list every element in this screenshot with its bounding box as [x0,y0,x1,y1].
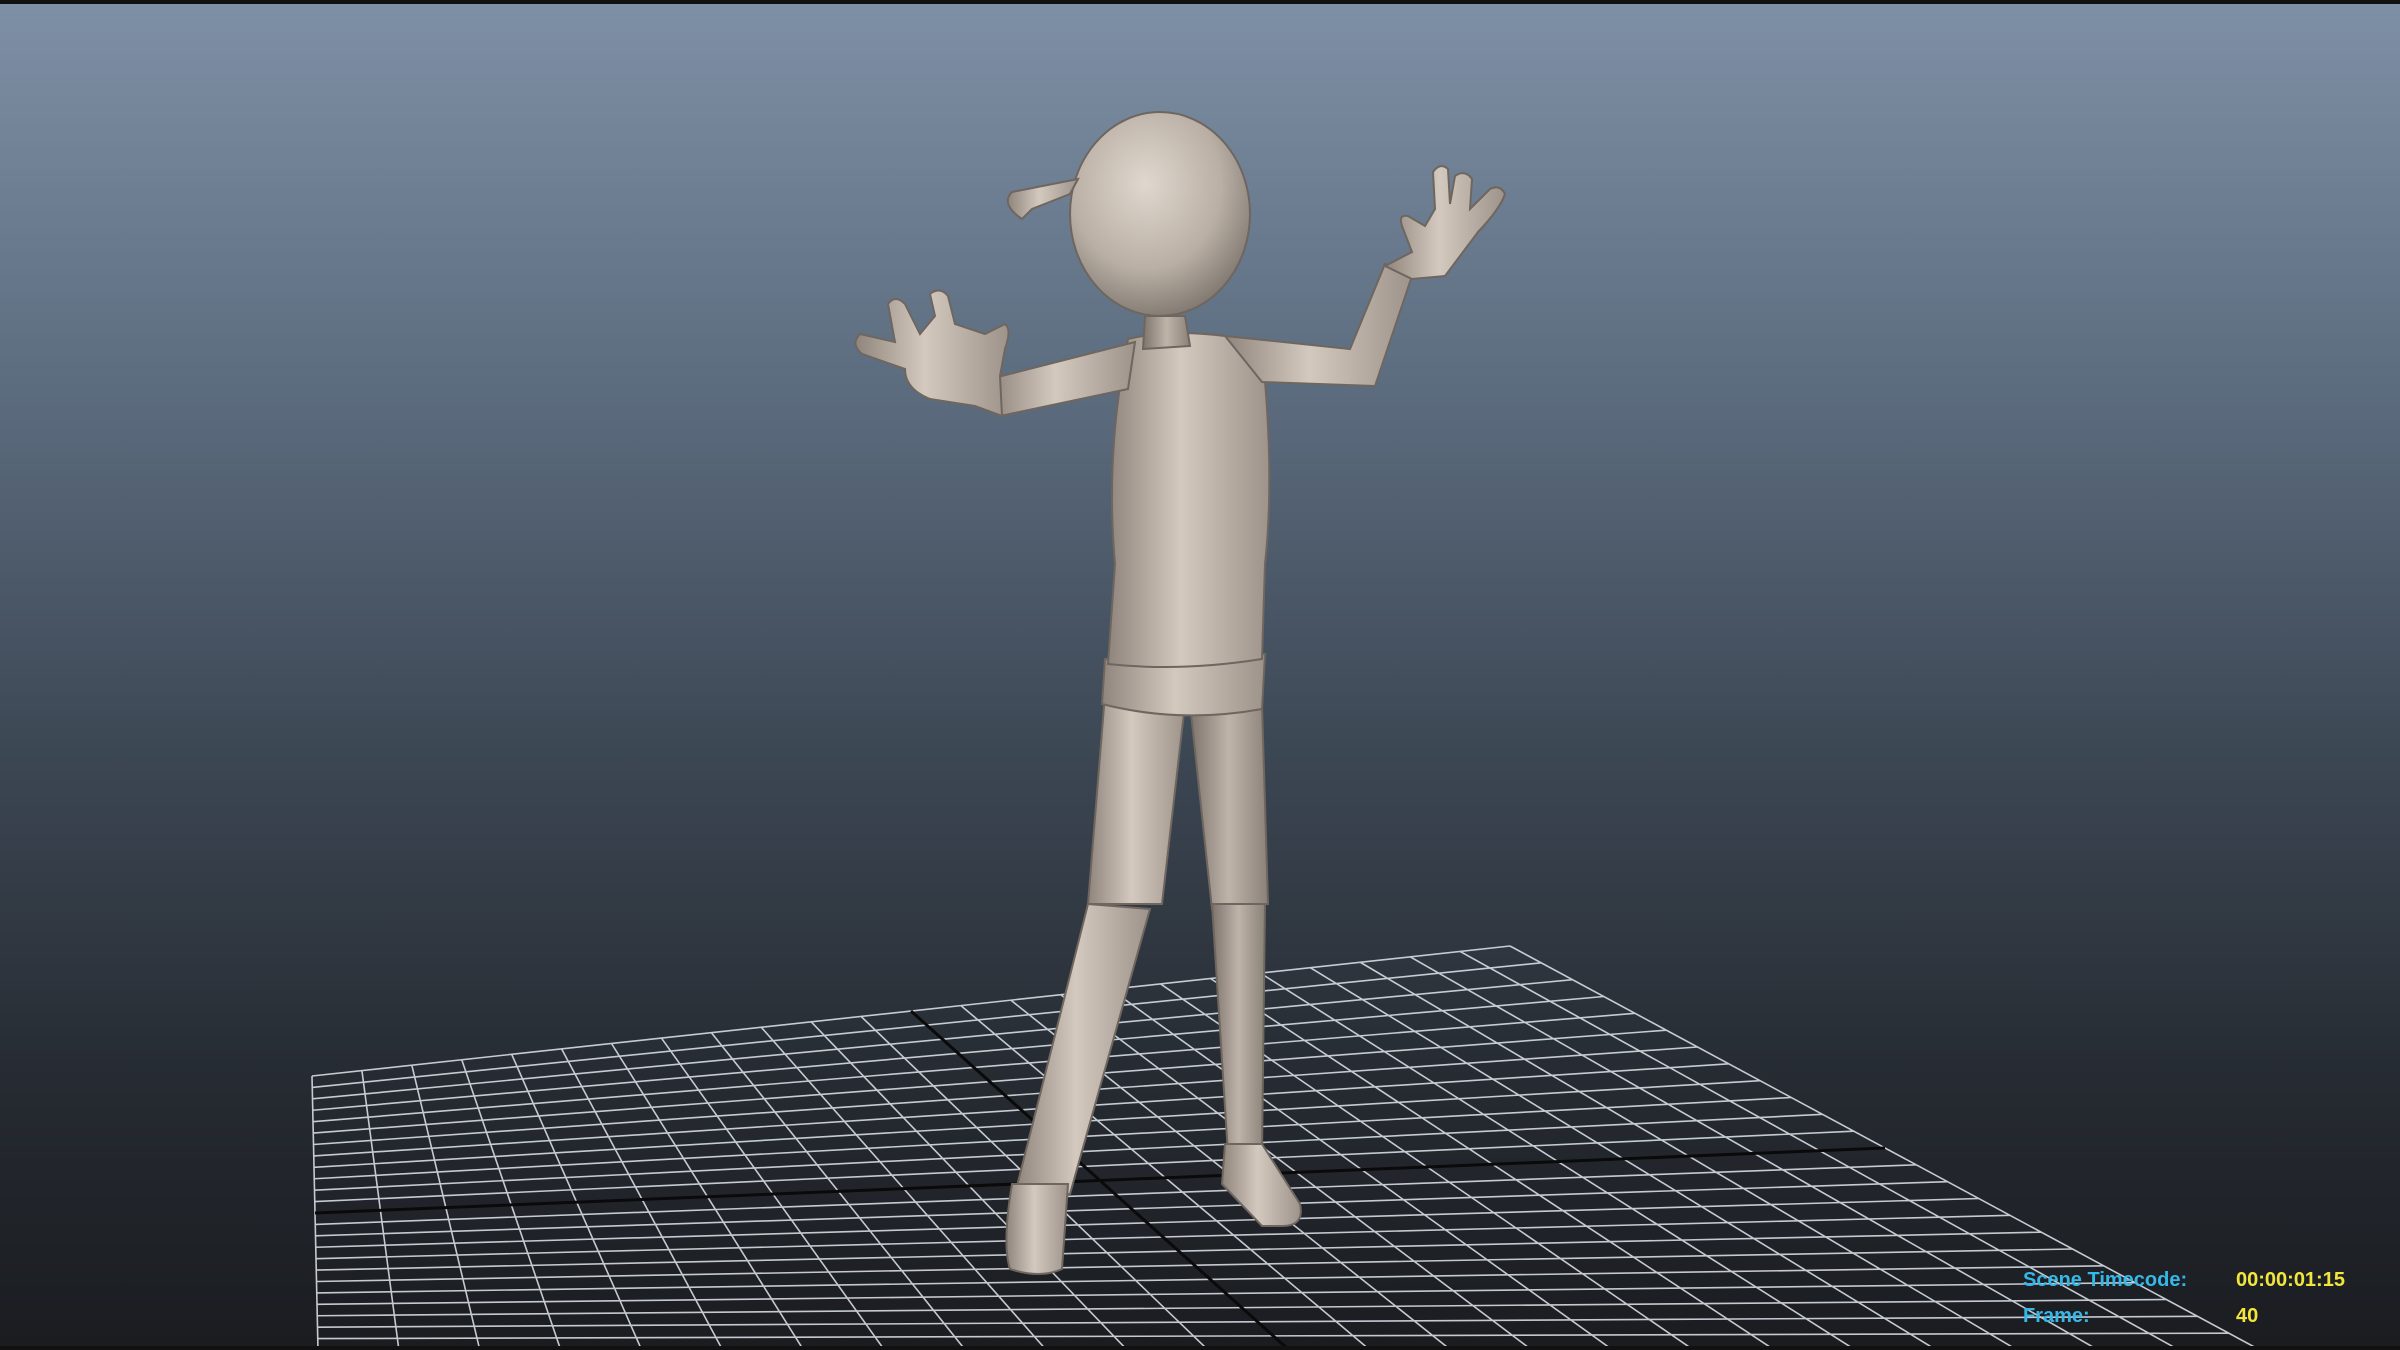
right-hand[interactable] [1382,165,1507,281]
left-upper-arm[interactable] [988,340,1137,418]
timecode-label: Scene Timecode: [2023,1269,2188,1291]
timecode-value: 00:00:01:15 [2236,1269,2345,1291]
right-lower-leg[interactable] [1210,903,1267,1155]
viewport-scene[interactable] [0,4,2400,1346]
head[interactable] [1069,111,1251,317]
viewport-bottom-border [0,1346,2400,1350]
left-hand[interactable] [854,289,1010,418]
torso[interactable] [1106,332,1271,669]
left-foot[interactable] [1005,1183,1070,1275]
left-lower-leg[interactable] [1013,902,1152,1195]
right-upper-arm[interactable] [1222,262,1414,388]
grid-line [311,1075,319,1346]
frame-label: Frame: [2023,1305,2090,1327]
right-upper-leg[interactable] [1188,703,1270,911]
neck[interactable] [1141,315,1192,351]
ponytail[interactable] [1006,177,1080,221]
left-upper-leg[interactable] [1086,692,1187,905]
3d-viewport[interactable]: Scene Timecode: Frame: 00:00:01:15 40 [0,4,2400,1346]
ground-grid [311,945,2255,1346]
frame-value: 40 [2236,1305,2259,1327]
